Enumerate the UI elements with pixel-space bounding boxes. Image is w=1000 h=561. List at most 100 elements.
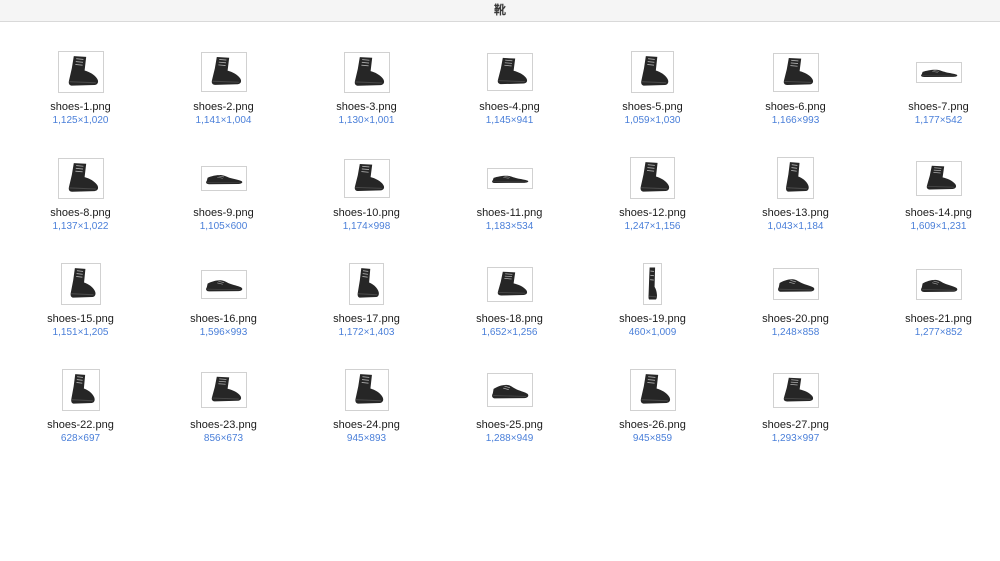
- file-item[interactable]: shoes-13.png 1,043×1,184: [724, 154, 867, 260]
- file-dimensions: 1,130×1,001: [338, 115, 395, 126]
- thumbnail-box: [772, 48, 819, 96]
- file-name[interactable]: shoes-26.png: [619, 419, 686, 432]
- file-item[interactable]: shoes-26.png 945×859: [581, 366, 724, 472]
- shoe-thumbnail[interactable]: [343, 158, 390, 198]
- file-item[interactable]: shoes-22.png 628×697: [9, 366, 152, 472]
- file-name[interactable]: shoes-13.png: [762, 207, 829, 220]
- shoe-thumbnail[interactable]: [343, 51, 390, 93]
- file-name[interactable]: shoes-27.png: [762, 419, 829, 432]
- shoe-thumbnail[interactable]: [486, 167, 533, 189]
- file-name[interactable]: shoes-15.png: [47, 313, 114, 326]
- file-item[interactable]: shoes-9.png 1,105×600: [152, 154, 295, 260]
- file-dimensions: 1,247×1,156: [624, 221, 681, 232]
- file-name[interactable]: shoes-1.png: [50, 101, 111, 114]
- thumbnail-box: [486, 154, 533, 202]
- shoe-thumbnail[interactable]: [915, 61, 962, 83]
- shoe-thumbnail[interactable]: [915, 160, 962, 196]
- file-name[interactable]: shoes-20.png: [762, 313, 829, 326]
- file-item[interactable]: shoes-25.png 1,288×949: [438, 366, 581, 472]
- shoe-thumbnail[interactable]: [344, 369, 389, 411]
- file-item[interactable]: shoes-16.png 1,596×993: [152, 260, 295, 366]
- shoe-thumbnail[interactable]: [57, 51, 104, 93]
- file-name[interactable]: shoes-16.png: [190, 313, 257, 326]
- file-name[interactable]: shoes-7.png: [908, 101, 969, 114]
- shoe-thumbnail[interactable]: [486, 373, 533, 407]
- shoe-thumbnail[interactable]: [200, 52, 247, 92]
- file-dimensions: 628×697: [60, 433, 101, 444]
- file-item[interactable]: shoes-19.png 460×1,009: [581, 260, 724, 366]
- file-name[interactable]: shoes-24.png: [333, 419, 400, 432]
- file-item[interactable]: shoes-11.png 1,183×534: [438, 154, 581, 260]
- file-dimensions: 1,172×1,403: [338, 327, 395, 338]
- file-dimensions: 1,137×1,022: [52, 221, 109, 232]
- shoe-thumbnail[interactable]: [772, 268, 819, 300]
- file-item[interactable]: shoes-10.png 1,174×998: [295, 154, 438, 260]
- file-item[interactable]: shoes-12.png 1,247×1,156: [581, 154, 724, 260]
- file-name[interactable]: shoes-21.png: [905, 313, 972, 326]
- file-name[interactable]: shoes-14.png: [905, 207, 972, 220]
- file-name[interactable]: shoes-25.png: [476, 419, 543, 432]
- file-name[interactable]: shoes-8.png: [50, 207, 111, 220]
- shoe-thumbnail[interactable]: [61, 369, 100, 411]
- thumbnail-box: [772, 366, 819, 414]
- file-dimensions: 1,277×852: [914, 327, 963, 338]
- file-item[interactable]: shoes-7.png 1,177×542: [867, 48, 1000, 154]
- shoe-thumbnail[interactable]: [629, 369, 676, 411]
- shoe-thumbnail[interactable]: [200, 165, 247, 191]
- shoe-thumbnail[interactable]: [486, 53, 533, 91]
- file-item[interactable]: shoes-14.png 1,609×1,231: [867, 154, 1000, 260]
- shoe-thumbnail[interactable]: [486, 266, 533, 302]
- shoe-thumbnail[interactable]: [200, 372, 247, 408]
- file-item[interactable]: shoes-8.png 1,137×1,022: [9, 154, 152, 260]
- shoe-thumbnail[interactable]: [772, 52, 819, 92]
- shoe-thumbnail[interactable]: [777, 157, 814, 199]
- thumbnail-box: [631, 48, 674, 96]
- file-dimensions: 1,177×542: [914, 115, 963, 126]
- file-name[interactable]: shoes-6.png: [765, 101, 826, 114]
- file-name[interactable]: shoes-18.png: [476, 313, 543, 326]
- file-dimensions: 945×893: [346, 433, 387, 444]
- file-name[interactable]: shoes-17.png: [333, 313, 400, 326]
- shoe-thumbnail[interactable]: [200, 269, 247, 299]
- file-item[interactable]: shoes-2.png 1,141×1,004: [152, 48, 295, 154]
- file-dimensions: 1,145×941: [485, 115, 534, 126]
- file-item[interactable]: shoes-17.png 1,172×1,403: [295, 260, 438, 366]
- shoe-thumbnail[interactable]: [57, 157, 104, 199]
- file-item[interactable]: shoes-24.png 945×893: [295, 366, 438, 472]
- thumbnail-box: [915, 260, 962, 308]
- shoe-thumbnail[interactable]: [349, 263, 384, 305]
- file-name[interactable]: shoes-12.png: [619, 207, 686, 220]
- shoe-thumbnail[interactable]: [630, 157, 675, 199]
- shoe-thumbnail[interactable]: [631, 51, 674, 93]
- shoe-thumbnail[interactable]: [60, 263, 101, 305]
- file-name[interactable]: shoes-2.png: [193, 101, 254, 114]
- file-item[interactable]: shoes-21.png 1,277×852: [867, 260, 1000, 366]
- file-item[interactable]: shoes-20.png 1,248×858: [724, 260, 867, 366]
- file-item[interactable]: shoes-3.png 1,130×1,001: [295, 48, 438, 154]
- thumbnail-box: [200, 48, 247, 96]
- file-item[interactable]: shoes-5.png 1,059×1,030: [581, 48, 724, 154]
- shoe-thumbnail[interactable]: [915, 268, 962, 300]
- file-item[interactable]: shoes-15.png 1,151×1,205: [9, 260, 152, 366]
- file-item[interactable]: shoes-1.png 1,125×1,020: [9, 48, 152, 154]
- file-name[interactable]: shoes-11.png: [477, 207, 543, 220]
- file-name[interactable]: shoes-10.png: [333, 207, 400, 220]
- thumbnail-box: [60, 260, 101, 308]
- file-item[interactable]: shoes-18.png 1,652×1,256: [438, 260, 581, 366]
- shoe-thumbnail[interactable]: [772, 372, 819, 408]
- file-name[interactable]: shoes-4.png: [479, 101, 540, 114]
- thumbnail-box: [57, 154, 104, 202]
- file-item[interactable]: shoes-27.png 1,293×997: [724, 366, 867, 472]
- file-item[interactable]: shoes-23.png 856×673: [152, 366, 295, 472]
- file-item[interactable]: shoes-6.png 1,166×993: [724, 48, 867, 154]
- file-dimensions: 1,166×993: [771, 115, 820, 126]
- file-item[interactable]: shoes-4.png 1,145×941: [438, 48, 581, 154]
- file-name[interactable]: shoes-5.png: [622, 101, 683, 114]
- file-name[interactable]: shoes-3.png: [336, 101, 397, 114]
- file-name[interactable]: shoes-22.png: [47, 419, 114, 432]
- file-name[interactable]: shoes-9.png: [193, 207, 254, 220]
- file-name[interactable]: shoes-23.png: [190, 419, 257, 432]
- file-name[interactable]: shoes-19.png: [619, 313, 686, 326]
- thumbnail-box: [349, 260, 384, 308]
- shoe-thumbnail[interactable]: [643, 263, 662, 305]
